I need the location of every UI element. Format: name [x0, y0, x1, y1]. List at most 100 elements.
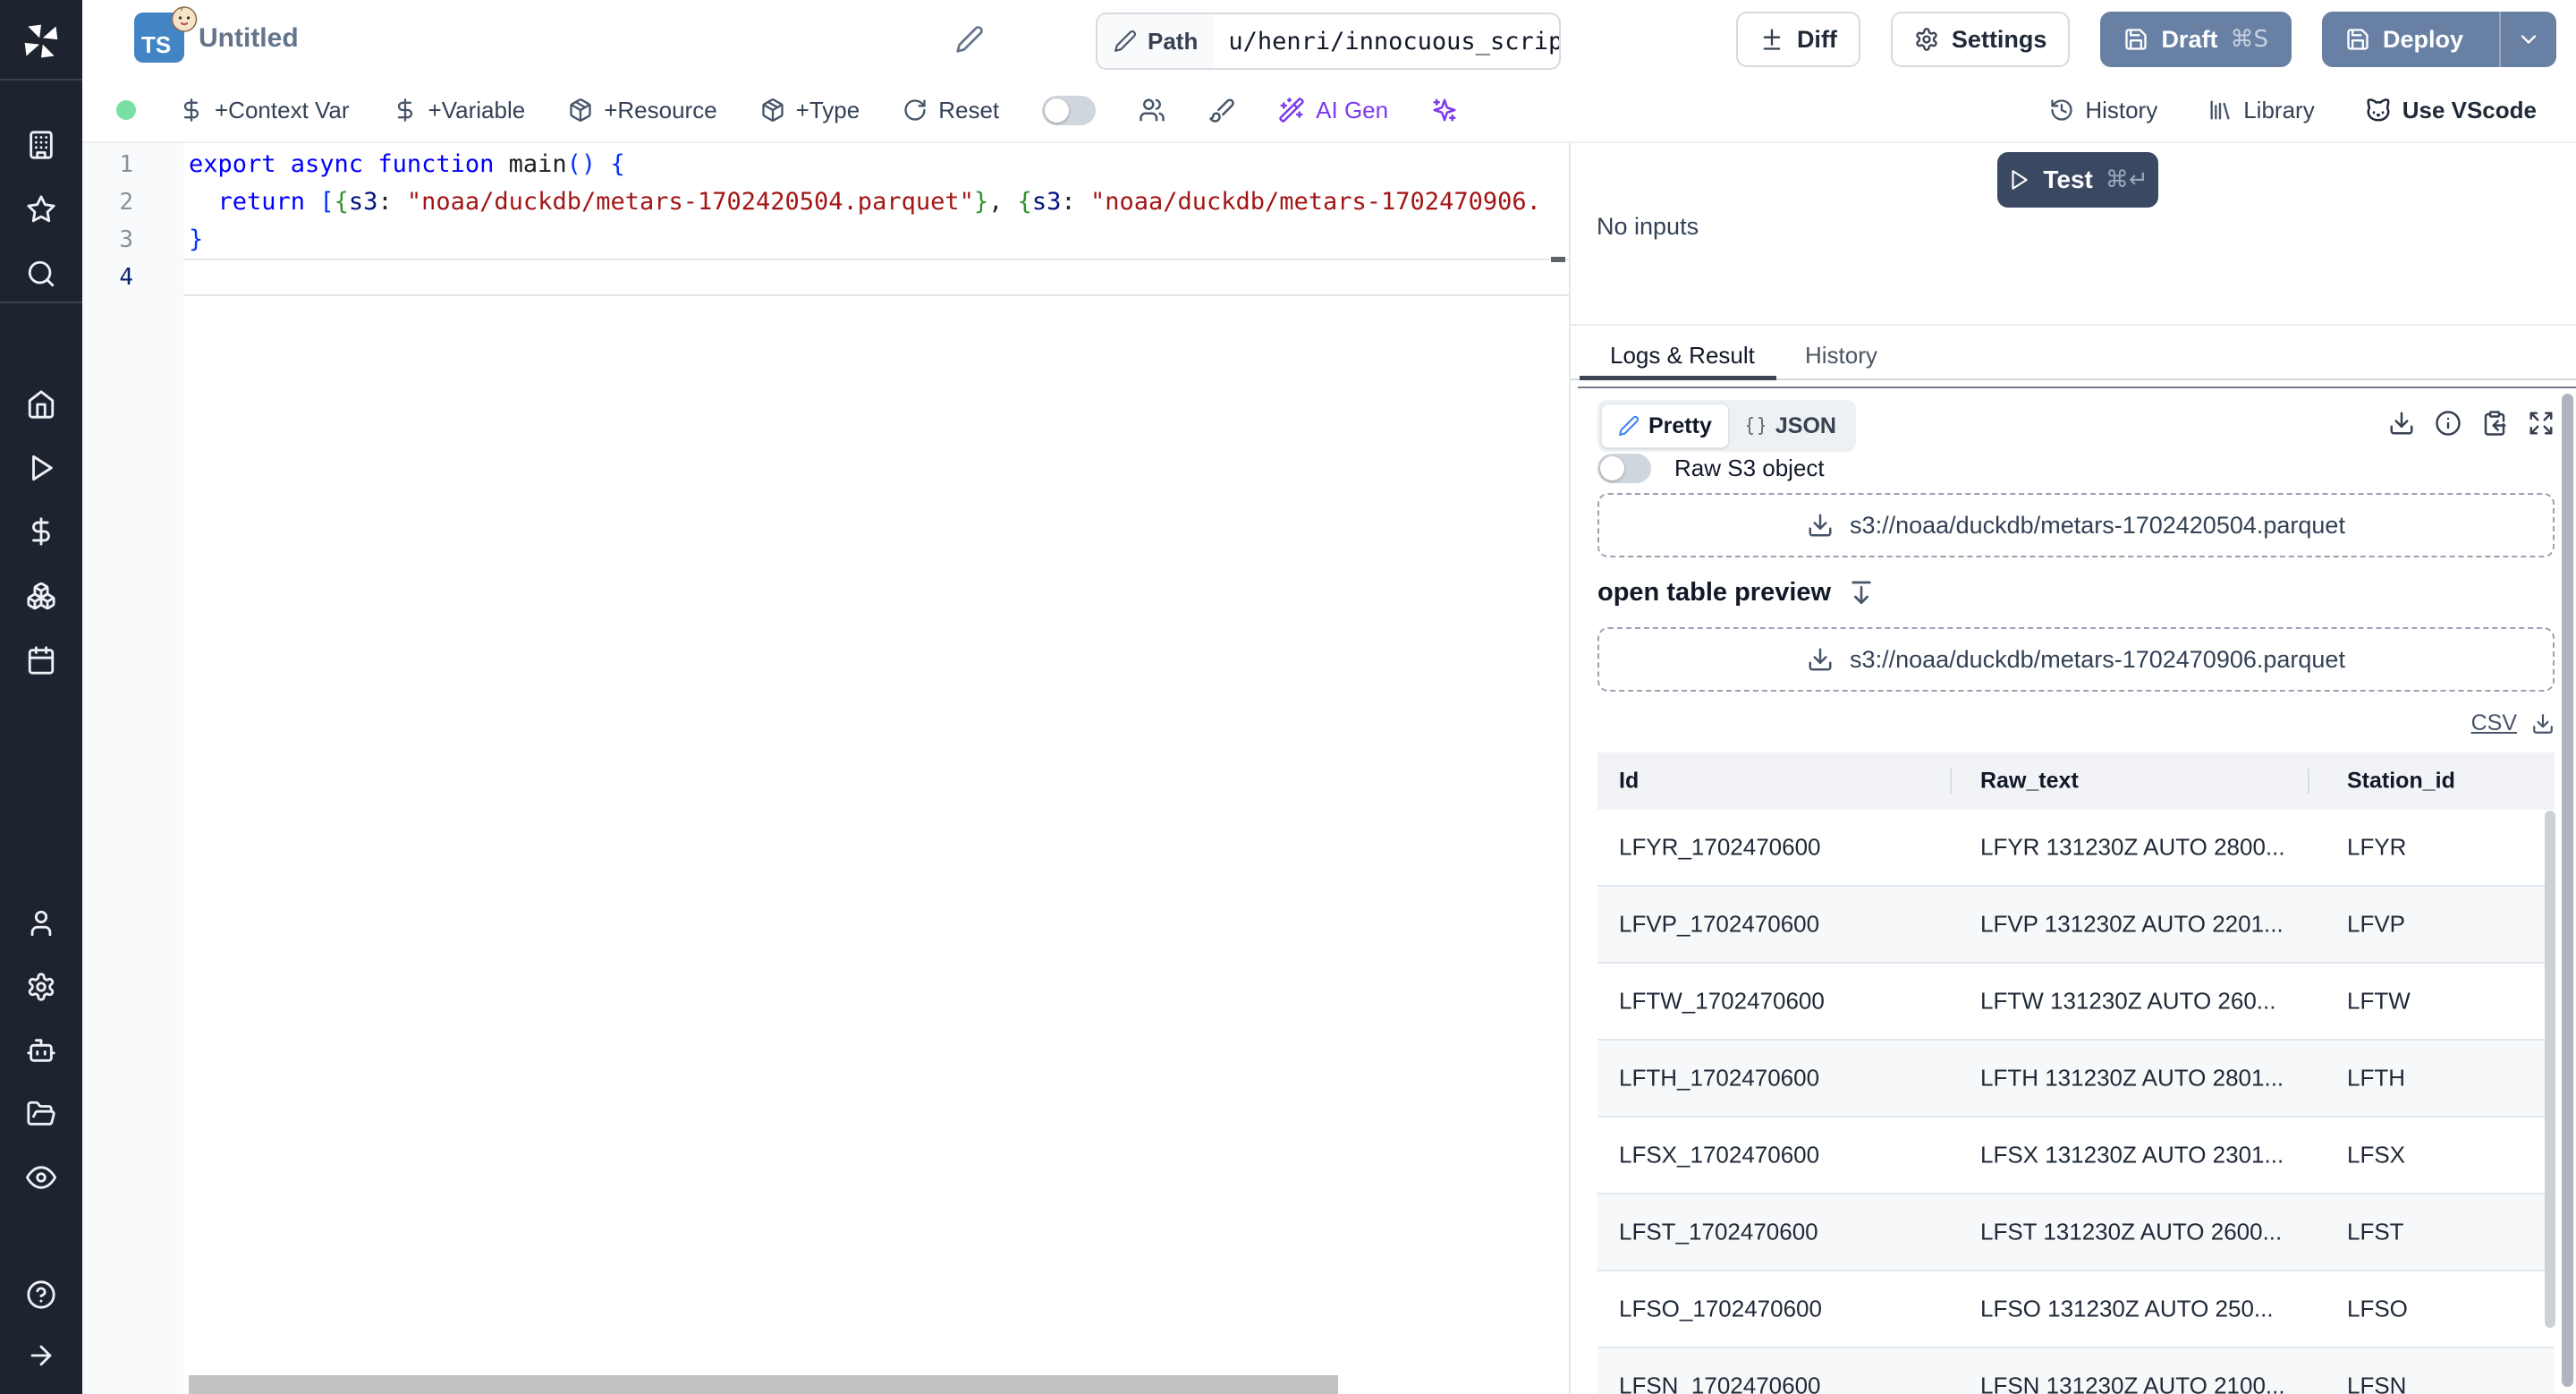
table-row[interactable]: LFTH_1702470600 LFTH 131230Z AUTO 2801...…	[1597, 1041, 2555, 1118]
cat-icon	[2365, 97, 2392, 123]
run-result-panel: Test ⌘↵ No inputs Logs & Result History …	[1571, 143, 2576, 1394]
table-row[interactable]: LFST_1702470600 LFST 131230Z AUTO 2600...…	[1597, 1194, 2555, 1271]
code-line-2[interactable]: return [{s3: "noaa/duckdb/metars-1702420…	[189, 183, 1569, 221]
raw-s3-label: Raw S3 object	[1674, 455, 1825, 481]
view-mode-pretty[interactable]: Pretty	[1601, 404, 1729, 448]
reset-button[interactable]: Reset	[902, 97, 999, 124]
info-button[interactable]	[2435, 410, 2462, 437]
sidebar-item-user[interactable]	[26, 908, 56, 939]
deploy-button[interactable]: Deploy	[2321, 12, 2556, 67]
draft-button[interactable]: Draft ⌘S	[2100, 12, 2292, 67]
code-line-1[interactable]: export async function main() {	[189, 146, 1569, 183]
table-cell: LFTH 131230Z AUTO 2801...	[1980, 1064, 2284, 1092]
add-type-button[interactable]: +Type	[760, 97, 860, 124]
view-mode-switch: Pretty JSON	[1597, 400, 1856, 452]
pencil-icon	[955, 25, 987, 54]
use-vscode-button[interactable]: Use VScode	[2365, 97, 2537, 124]
code-line-3[interactable]: }	[189, 221, 1569, 259]
tab-history[interactable]: History	[1805, 342, 1877, 370]
download-result-button[interactable]	[2388, 410, 2415, 437]
play-icon	[2007, 168, 2030, 191]
line-number: 2	[119, 189, 133, 216]
table-row[interactable]: LFYR_1702470600 LFYR 131230Z AUTO 2800...…	[1597, 810, 2555, 887]
diff-icon	[1759, 27, 1784, 52]
deploy-dropdown[interactable]	[2499, 12, 2556, 67]
sidebar-item-bot[interactable]	[26, 1035, 56, 1066]
expand-result-button[interactable]	[2528, 410, 2555, 437]
copy-result-button[interactable]	[2481, 410, 2508, 437]
table-row[interactable]: LFVP_1702470600 LFVP 131230Z AUTO 2201...…	[1597, 887, 2555, 964]
code-editor[interactable]: 1 2 3 4 export async function main() { retu…	[82, 143, 1569, 1394]
column-separator	[1950, 769, 1952, 794]
result-scrollbar[interactable]	[2562, 394, 2573, 1387]
format-code-button[interactable]	[1208, 97, 1235, 123]
save-icon	[2123, 27, 2148, 52]
column-header-raw_text[interactable]: Raw_text	[1980, 769, 2079, 795]
sidebar-item-folder-open[interactable]	[26, 1099, 56, 1129]
s3-file-download-1[interactable]: s3://noaa/duckdb/metars-1702420504.parqu…	[1597, 493, 2555, 557]
table-cell: LFTW 131230Z AUTO 260...	[1980, 987, 2276, 1015]
sidebar-item-star[interactable]	[26, 194, 56, 225]
settings-button[interactable]: Settings	[1890, 12, 2071, 67]
sidebar-item-settings[interactable]	[26, 972, 56, 1002]
table-cell: LFST_1702470600	[1619, 1218, 1818, 1245]
raw-s3-toggle[interactable]	[1597, 454, 1651, 483]
history-icon	[2049, 98, 2074, 123]
active-tab-underline	[1580, 376, 1776, 380]
path-field[interactable]: Path u/henri/innocuous_script	[1096, 13, 1561, 70]
table-scrollbar[interactable]	[2545, 811, 2555, 1328]
table-row[interactable]: LFSX_1702470600 LFSX 131230Z AUTO 2301...…	[1597, 1118, 2555, 1194]
wand-icon	[1278, 97, 1305, 123]
multiplayer-toggle[interactable]	[1042, 95, 1097, 125]
edit-title-button[interactable]	[955, 23, 987, 55]
arrow-down-to-line-icon	[1847, 579, 1876, 608]
table-row[interactable]: LFTW_1702470600 LFTW 131230Z AUTO 260... L…	[1597, 964, 2555, 1041]
add-context-var-button[interactable]: +Context Var	[179, 97, 350, 124]
baby-emoji-icon	[168, 2, 200, 34]
s3-file-download-2[interactable]: s3://noaa/duckdb/metars-1702470906.parqu…	[1597, 627, 2555, 692]
view-mode-json[interactable]: JSON	[1729, 404, 1852, 448]
chevron-down-icon	[2516, 27, 2541, 52]
add-resource-button[interactable]: +Resource	[568, 97, 717, 124]
csv-link[interactable]: CSV	[2471, 710, 2517, 736]
open-table-preview-button[interactable]: open table preview	[1597, 578, 1876, 608]
sidebar-item-play[interactable]	[26, 453, 56, 483]
sidebar-item-search[interactable]	[26, 259, 56, 289]
deploy-main[interactable]: Deploy	[2322, 12, 2487, 67]
sidebar-item-eye[interactable]	[26, 1162, 56, 1193]
windmill-logo-icon[interactable]	[21, 21, 61, 61]
horizontal-scrollbar[interactable]	[189, 1375, 1338, 1394]
add-variable-button[interactable]: +Variable	[393, 97, 525, 124]
table-cell: LFST	[2347, 1218, 2404, 1245]
column-header-station_id[interactable]: Station_id	[2347, 769, 2455, 795]
sidebar-item-dollar[interactable]	[26, 516, 56, 547]
table-row[interactable]: LFSN_1702470600 LFSN 131230Z AUTO 2100...…	[1597, 1348, 2555, 1394]
overview-ruler-mark	[1551, 257, 1565, 262]
rail-divider	[0, 302, 82, 303]
ai-gen-button[interactable]: AI Gen	[1278, 97, 1388, 124]
draft-shortcut: ⌘S	[2230, 26, 2268, 53]
history-button[interactable]: History	[2049, 97, 2157, 124]
sidebar-item-help-circle[interactable]	[26, 1279, 56, 1310]
line-number: 1	[119, 151, 133, 178]
library-button[interactable]: Library	[2207, 97, 2315, 124]
sidebar-item-boxes[interactable]	[26, 581, 56, 611]
path-value[interactable]: u/henri/innocuous_script	[1214, 14, 1559, 68]
table-row[interactable]: LFSO_1702470600 LFSO 131230Z AUTO 250... L…	[1597, 1271, 2555, 1348]
sidebar-item-building[interactable]	[26, 130, 56, 160]
diff-button[interactable]: Diff	[1735, 12, 1860, 67]
sidebar-item-arrow-right[interactable]	[26, 1340, 56, 1371]
tab-logs-result[interactable]: Logs & Result	[1610, 342, 1755, 370]
test-button[interactable]: Test ⌘↵	[1997, 152, 2158, 208]
code-line-4[interactable]	[189, 259, 1569, 296]
braces-icon	[1745, 415, 1767, 437]
csv-download-button[interactable]	[2531, 712, 2555, 735]
sidebar-item-home[interactable]	[26, 389, 56, 420]
column-header-id[interactable]: Id	[1619, 769, 1639, 795]
ai-sparkles-button[interactable]	[1431, 97, 1458, 123]
multiplayer-users-button[interactable]	[1139, 97, 1165, 123]
table-cell: LFSN	[2347, 1372, 2407, 1394]
table-cell: LFSN_1702470600	[1619, 1372, 1821, 1394]
raw-s3-row: Raw S3 object	[1597, 454, 1825, 483]
sidebar-item-calendar[interactable]	[26, 645, 56, 676]
